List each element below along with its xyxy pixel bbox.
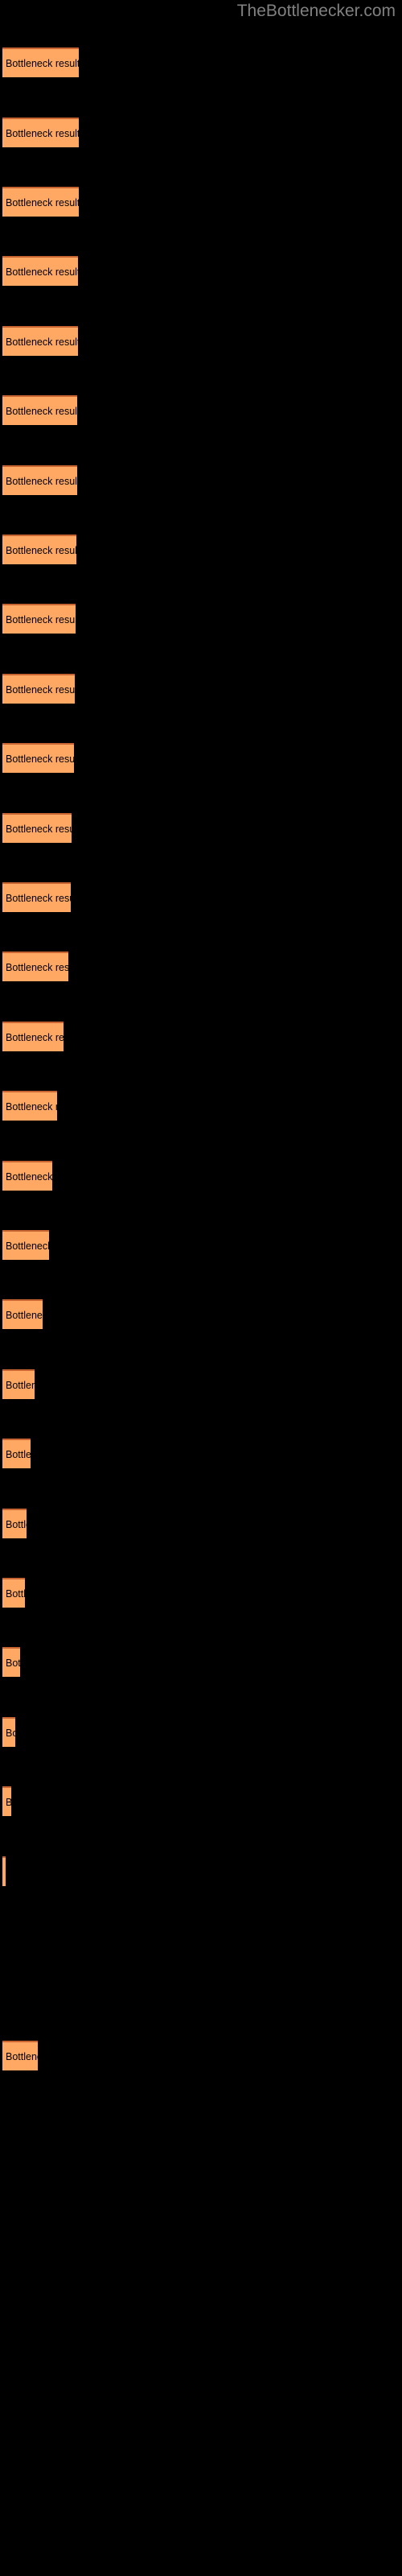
bar-label: Bottleneck result — [6, 1518, 27, 1530]
bar-label: Bottleneck result — [6, 57, 79, 69]
bar-label: Bottleneck result — [6, 266, 78, 278]
bar-label: Bottleneck result — [6, 475, 77, 487]
bar-label: Bottleneck result — [6, 1031, 64, 1043]
bottleneck-result-bar[interactable]: Bottleneck result — [2, 2041, 38, 2070]
bottleneck-result-bar[interactable]: Bottleneck result — [2, 1369, 35, 1399]
bottleneck-result-bar[interactable]: Bottleneck result — [2, 1439, 31, 1468]
bar-label: Bottleneck result — [6, 1309, 43, 1321]
bottleneck-result-bar[interactable]: Bottleneck result — [2, 47, 79, 77]
bottleneck-result-bar[interactable]: Bottleneck result — [2, 1091, 57, 1121]
bottleneck-bar-chart: Bottleneck result Bottleneck result Bottle… — [0, 0, 402, 2576]
bottleneck-result-bar[interactable]: Bottleneck result — [2, 535, 76, 564]
bottleneck-result-bar[interactable]: Bottleneck result — [2, 256, 78, 286]
bar-label: Bottleneck result — [6, 892, 71, 904]
bottleneck-result-bar[interactable]: Bottleneck result — [2, 187, 79, 217]
bottleneck-result-bar[interactable]: Bottleneck result — [2, 1786, 11, 1816]
bottleneck-result-bar[interactable]: Bottleneck result — [2, 743, 74, 773]
bar-label: Bottleneck result — [6, 613, 76, 625]
bottleneck-result-bar[interactable]: Bottleneck result — [2, 952, 68, 981]
bar-label: Bottleneck result — [6, 823, 72, 835]
bottleneck-result-bar[interactable]: Bottleneck result — [2, 395, 77, 425]
bottleneck-result-bar[interactable]: Bottleneck result — [2, 1022, 64, 1051]
bottleneck-result-bar[interactable]: Bottleneck result — [2, 1856, 6, 1886]
bar-label: Bottleneck result — [6, 1100, 57, 1113]
bar-label: Bottleneck result — [6, 544, 76, 556]
bar-label: Bottleneck result — [6, 2050, 38, 2062]
bar-label: Bottleneck result — [6, 196, 79, 208]
bottleneck-result-bar[interactable]: Bottleneck result — [2, 604, 76, 634]
bar-label: Bottleneck result — [6, 1448, 31, 1460]
bottleneck-result-bar[interactable]: Bottleneck result — [2, 882, 71, 912]
bar-label: Bottleneck result — [6, 753, 74, 765]
bottleneck-result-bar[interactable]: Bottleneck result — [2, 1647, 20, 1677]
bottleneck-result-bar[interactable]: Bottleneck result — [2, 1161, 52, 1191]
bar-label: Bottleneck result — [6, 336, 78, 348]
bar-label: Bottleneck result — [6, 405, 77, 417]
bar-label: Bottleneck result — [6, 1170, 52, 1183]
bottleneck-result-bar[interactable]: Bottleneck result — [2, 465, 77, 495]
bar-label: Bottleneck result — [6, 1240, 49, 1252]
bottleneck-result-bar[interactable]: Bottleneck result — [2, 326, 78, 356]
bottleneck-result-bar[interactable]: Bottleneck result — [2, 1578, 25, 1608]
bar-label: Bottleneck result — [6, 1379, 35, 1391]
bar-label: Bottleneck result — [6, 1797, 11, 1807]
bottleneck-result-bar[interactable]: Bottleneck result — [2, 1299, 43, 1329]
bottleneck-result-bar[interactable]: Bottleneck result — [2, 1717, 15, 1747]
bottleneck-result-bar[interactable]: Bottleneck result — [2, 1230, 49, 1260]
bottleneck-result-bar[interactable]: Bottleneck result — [2, 118, 79, 147]
bar-label: Bottleneck result — [6, 1727, 15, 1739]
bottleneck-result-bar[interactable]: Bottleneck result — [2, 1509, 27, 1538]
bar-label: Bottleneck result — [6, 683, 75, 696]
bottleneck-result-bar[interactable]: Bottleneck result — [2, 813, 72, 843]
bar-label: Bottleneck result — [6, 961, 68, 973]
bottleneck-result-bar[interactable]: Bottleneck result — [2, 674, 75, 704]
bar-label: Bottleneck result — [6, 1657, 20, 1669]
bar-label: Bottleneck result — [6, 127, 79, 139]
bar-label: Bottleneck result — [6, 1587, 25, 1600]
